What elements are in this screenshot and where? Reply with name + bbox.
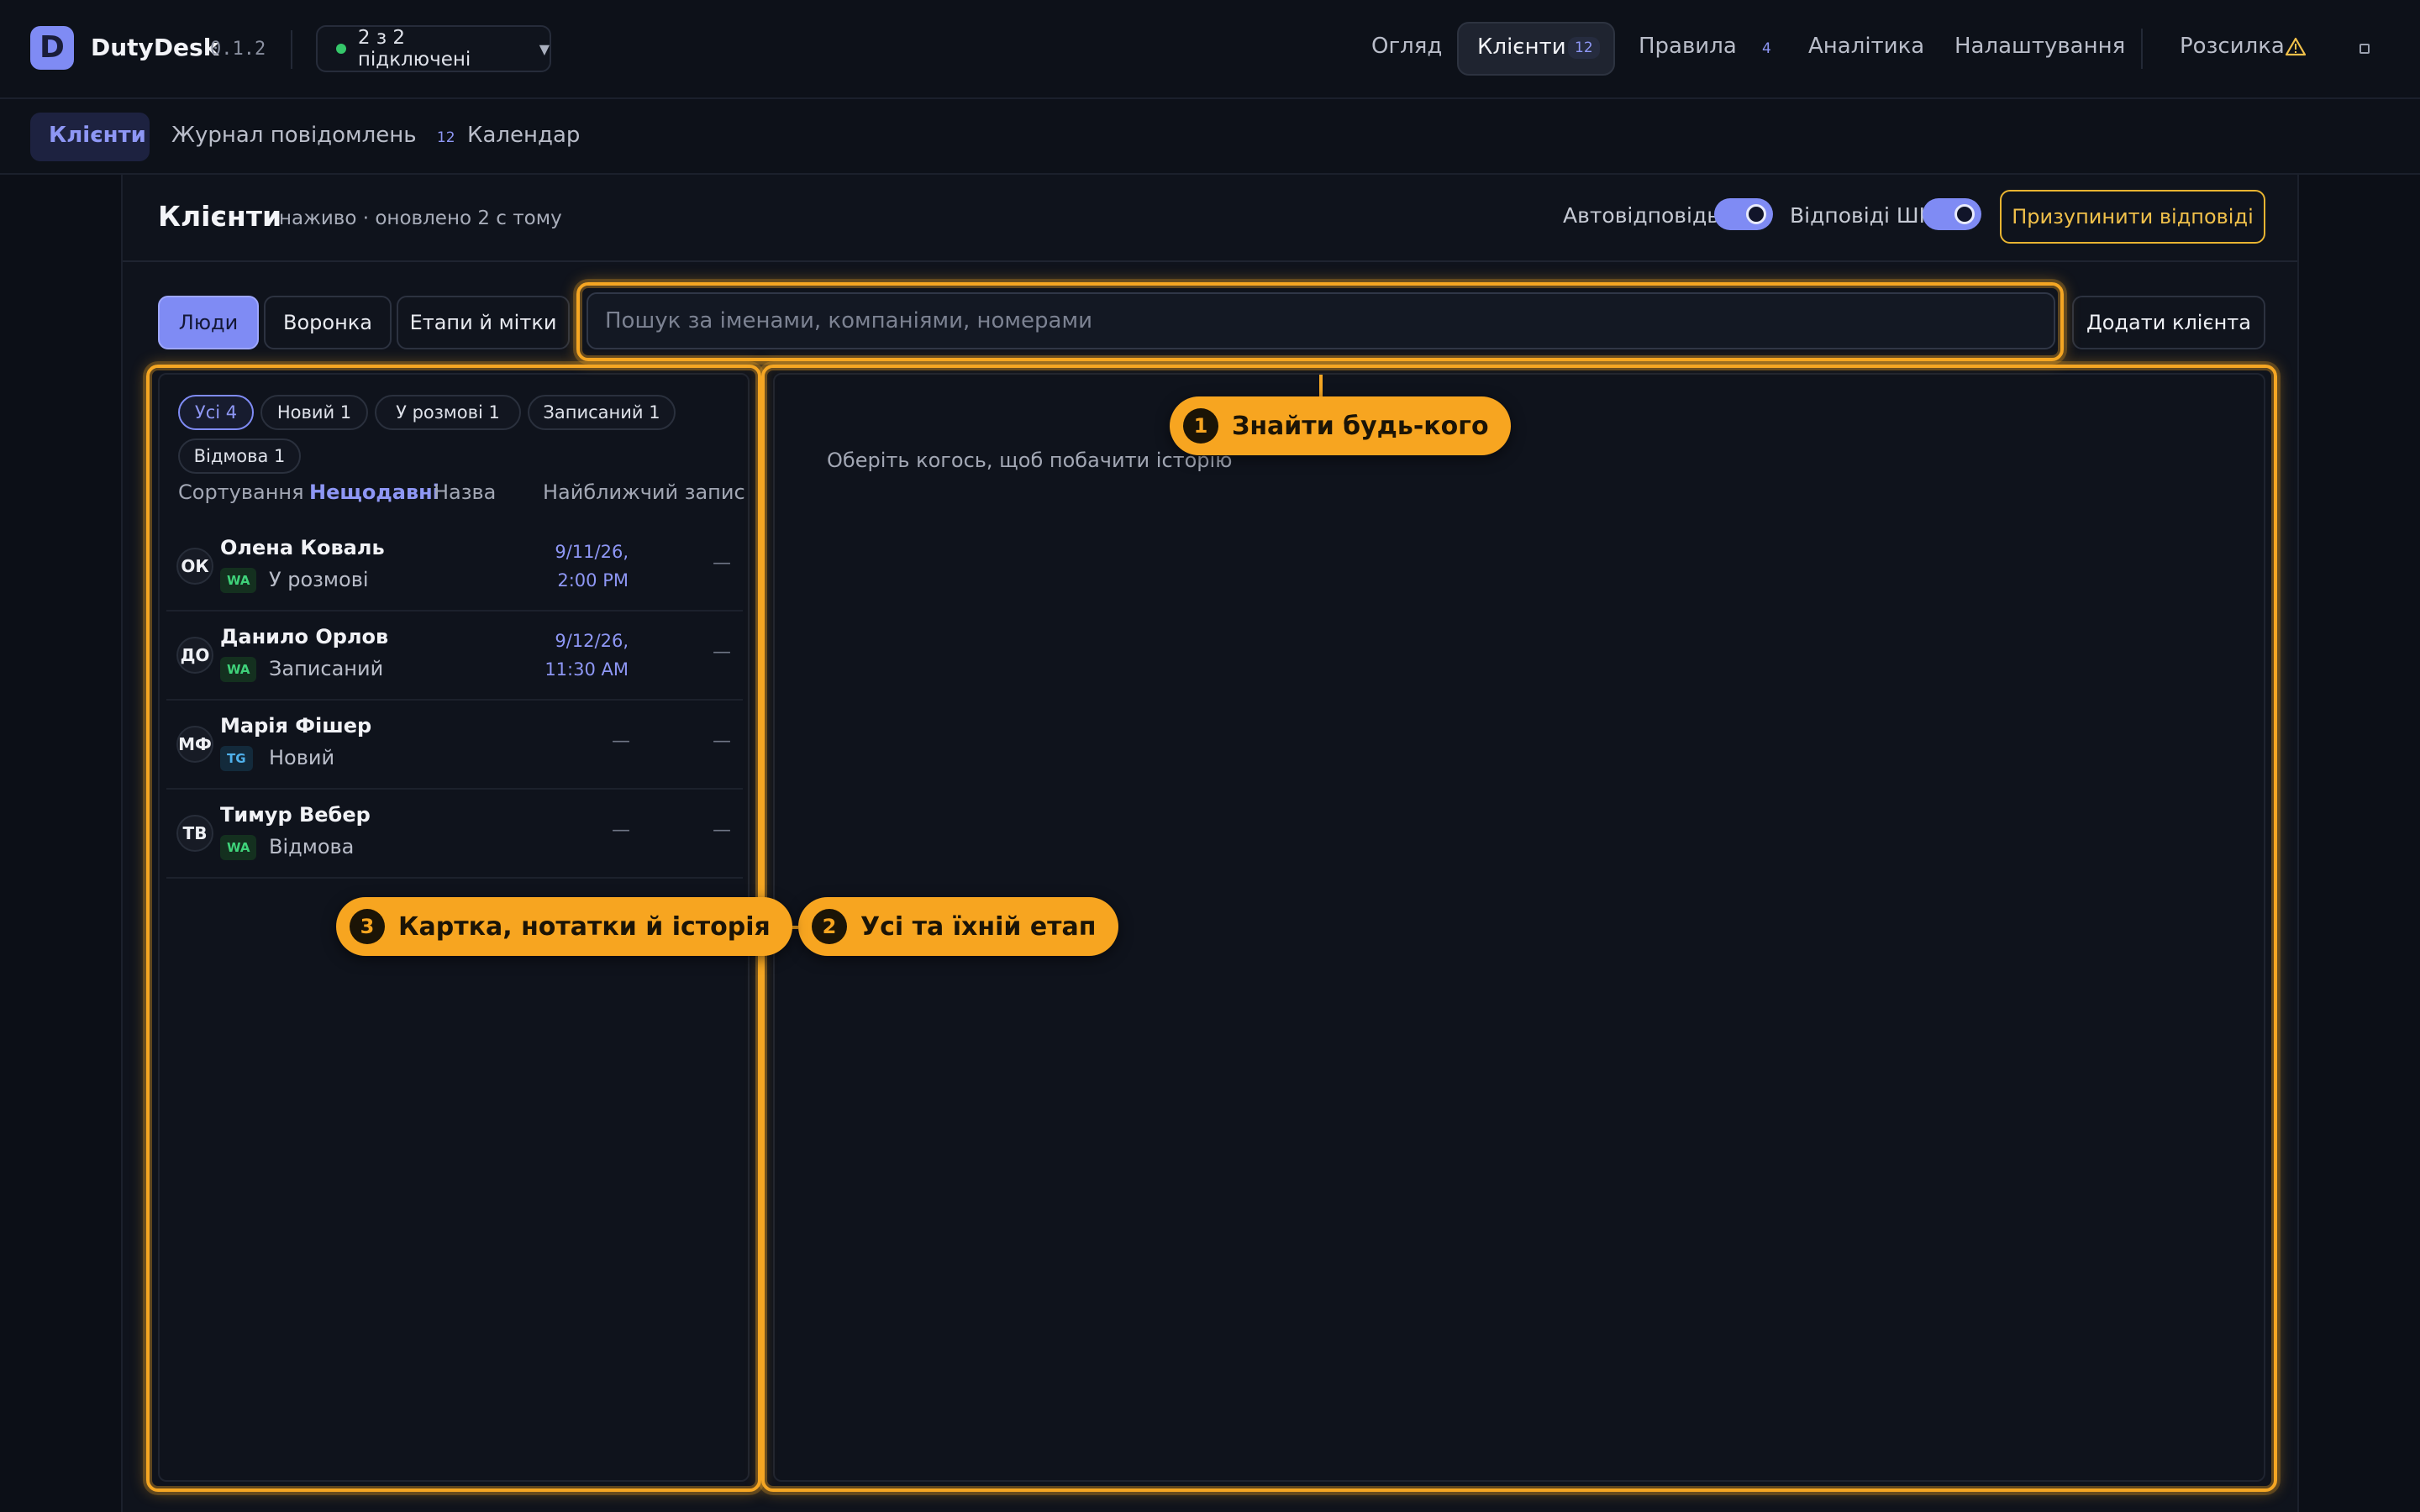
client-stage: Новий	[269, 746, 335, 769]
sort-label: Сортування	[178, 480, 304, 504]
sort-nearest-booking[interactable]: Найближчий запис	[543, 480, 745, 504]
top-bar: D DutyDesk 0.1.2 2 з 2 підключені ▼ Огля…	[0, 0, 2420, 99]
live-status-text: наживо · оновлено 2 с тому	[279, 207, 562, 229]
logo-glyph: D	[39, 30, 65, 65]
filter-chip-all[interactable]: Усі 4	[178, 395, 254, 430]
nav-settings[interactable]: Налаштування	[1954, 34, 2125, 59]
tour-step-text: Знайти будь-кого	[1232, 411, 1489, 441]
search-input[interactable]	[587, 292, 2055, 349]
filter-chip-new[interactable]: Новий 1	[260, 395, 368, 430]
toggle-knob	[1746, 204, 1766, 224]
nav-rules[interactable]: Правила 4	[1639, 34, 1771, 59]
tab-clients[interactable]: Клієнти	[30, 113, 150, 161]
avatar: ОК	[176, 548, 213, 585]
client-row[interactable]: ОК Олена Коваль WA У розмові 9/11/26, 2:…	[166, 524, 743, 612]
tour-step-text: Усі та їхній етап	[860, 911, 1097, 942]
nav-rules-label: Правила	[1639, 34, 1737, 59]
nav-overview[interactable]: Огляд	[1371, 34, 1442, 59]
tour-step-number: 3	[350, 909, 385, 944]
app-logo[interactable]: D	[30, 26, 74, 70]
extra-column-value: —	[713, 642, 731, 663]
tour-step-text: Картка, нотатки й історія	[398, 911, 771, 942]
channel-badge: WA	[220, 568, 257, 593]
app-name: DutyDesk	[91, 34, 219, 61]
nav-broadcast[interactable]: Розсилка	[2180, 34, 2285, 59]
tab-message-log-badge: 12	[436, 129, 455, 146]
avatar: ТВ	[176, 815, 213, 852]
connection-status-label: 2 з 2 підключені	[357, 27, 471, 71]
next-booking-date: —	[612, 820, 630, 841]
tab-clients-label: Клієнти	[49, 123, 146, 148]
filter-chip-booked[interactable]: Записаний 1	[528, 395, 676, 430]
next-booking-date: —	[612, 731, 630, 752]
divider	[2141, 29, 2143, 69]
pause-replies-button[interactable]: Призупинити відповіді	[2000, 190, 2265, 244]
client-name: Марія Фішер	[220, 714, 372, 738]
tour-callout-3: 3 Картка, нотатки й історія	[336, 897, 792, 956]
time-line: 11:30 AM	[544, 659, 629, 680]
view-stages-tags-button[interactable]: Етапи й мітки	[397, 296, 570, 349]
client-name: Данило Орлов	[220, 625, 389, 648]
view-funnel-button[interactable]: Воронка	[264, 296, 392, 349]
channel-badge: WA	[220, 835, 257, 860]
client-row[interactable]: МФ Марія Фішер TG Новий — —	[166, 702, 743, 790]
next-booking-date: 9/11/26, 2:00 PM	[511, 538, 629, 595]
page-title: Клієнти	[158, 200, 282, 233]
tour-step-number: 1	[1183, 408, 1218, 444]
client-name: Олена Коваль	[220, 536, 385, 559]
warning-icon	[2286, 37, 2306, 56]
client-row[interactable]: ТВ Тимур Вебер WA Відмова — —	[166, 791, 743, 879]
divider	[291, 30, 292, 69]
page-header: Клієнти наживо · оновлено 2 с тому Автов…	[123, 175, 2297, 262]
extra-column-value: —	[713, 553, 731, 574]
tab-message-log[interactable]: Журнал повідомлень 12	[171, 123, 455, 148]
client-stage: Записаний	[269, 657, 384, 680]
add-client-button[interactable]: Додати клієнта	[2072, 296, 2265, 349]
date-line: 9/12/26,	[555, 631, 629, 651]
channel-badge: TG	[220, 746, 253, 771]
extra-column-value: —	[713, 731, 731, 752]
tab-message-log-label: Журнал повідомлень	[171, 123, 417, 148]
tab-calendar[interactable]: Календар	[467, 123, 580, 148]
avatar: МФ	[176, 726, 213, 763]
window-toggle-icon[interactable]	[2360, 44, 2370, 54]
sort-recent[interactable]: Нещодавні	[309, 480, 439, 504]
toggle-knob	[1954, 204, 1975, 224]
tour-callout-1: 1 Знайти будь-кого	[1170, 396, 1511, 455]
date-line: 9/11/26,	[555, 542, 629, 562]
tour-step-number: 2	[812, 909, 847, 944]
autoreply-toggle[interactable]	[1714, 198, 1773, 230]
filter-chip-in-conversation[interactable]: У розмові 1	[375, 395, 521, 430]
nav-clients-count-badge: 12	[1568, 37, 1600, 59]
client-stage: У розмові	[269, 568, 369, 591]
tour-connector	[1319, 375, 1323, 398]
nav-clients[interactable]: Клієнти 12	[1457, 22, 1615, 76]
autoreply-label: Автовідповідь	[1563, 203, 1719, 228]
channel-badge: WA	[220, 657, 257, 682]
tour-callout-2: 2 Усі та їхній етап	[798, 897, 1118, 956]
ai-replies-label: Відповіді ШІ	[1790, 203, 1925, 228]
extra-column-value: —	[713, 820, 731, 841]
nav-rules-count-badge: 4	[1762, 40, 1771, 57]
connection-status-dropdown[interactable]: 2 з 2 підключені ▼	[316, 25, 551, 72]
filter-chip-declined[interactable]: Відмова 1	[178, 438, 301, 474]
empty-state-message: Оберіть когось, щоб побачити історію	[827, 449, 1233, 472]
view-people-button[interactable]: Люди	[158, 296, 259, 349]
ai-replies-toggle[interactable]	[1923, 198, 1981, 230]
app-version: 0.1.2	[210, 39, 266, 60]
client-row[interactable]: ДО Данило Орлов WA Записаний 9/12/26, 11…	[166, 613, 743, 701]
time-line: 2:00 PM	[557, 570, 629, 591]
client-stage: Відмова	[269, 835, 355, 858]
sub-tabs: Клієнти Журнал повідомлень 12 Календар	[0, 99, 2420, 175]
caret-down-icon: ▼	[539, 40, 550, 57]
avatar: ДО	[176, 637, 213, 674]
next-booking-date: 9/12/26, 11:30 AM	[511, 627, 629, 684]
sort-name[interactable]: Назва	[434, 480, 496, 504]
client-name: Тимур Вебер	[220, 803, 371, 827]
nav-clients-label: Клієнти	[1477, 34, 1566, 60]
status-dot-icon	[336, 44, 346, 54]
nav-analytics[interactable]: Аналітика	[1808, 34, 1924, 59]
clients-page: Клієнти наживо · оновлено 2 с тому Автов…	[121, 175, 2299, 1512]
